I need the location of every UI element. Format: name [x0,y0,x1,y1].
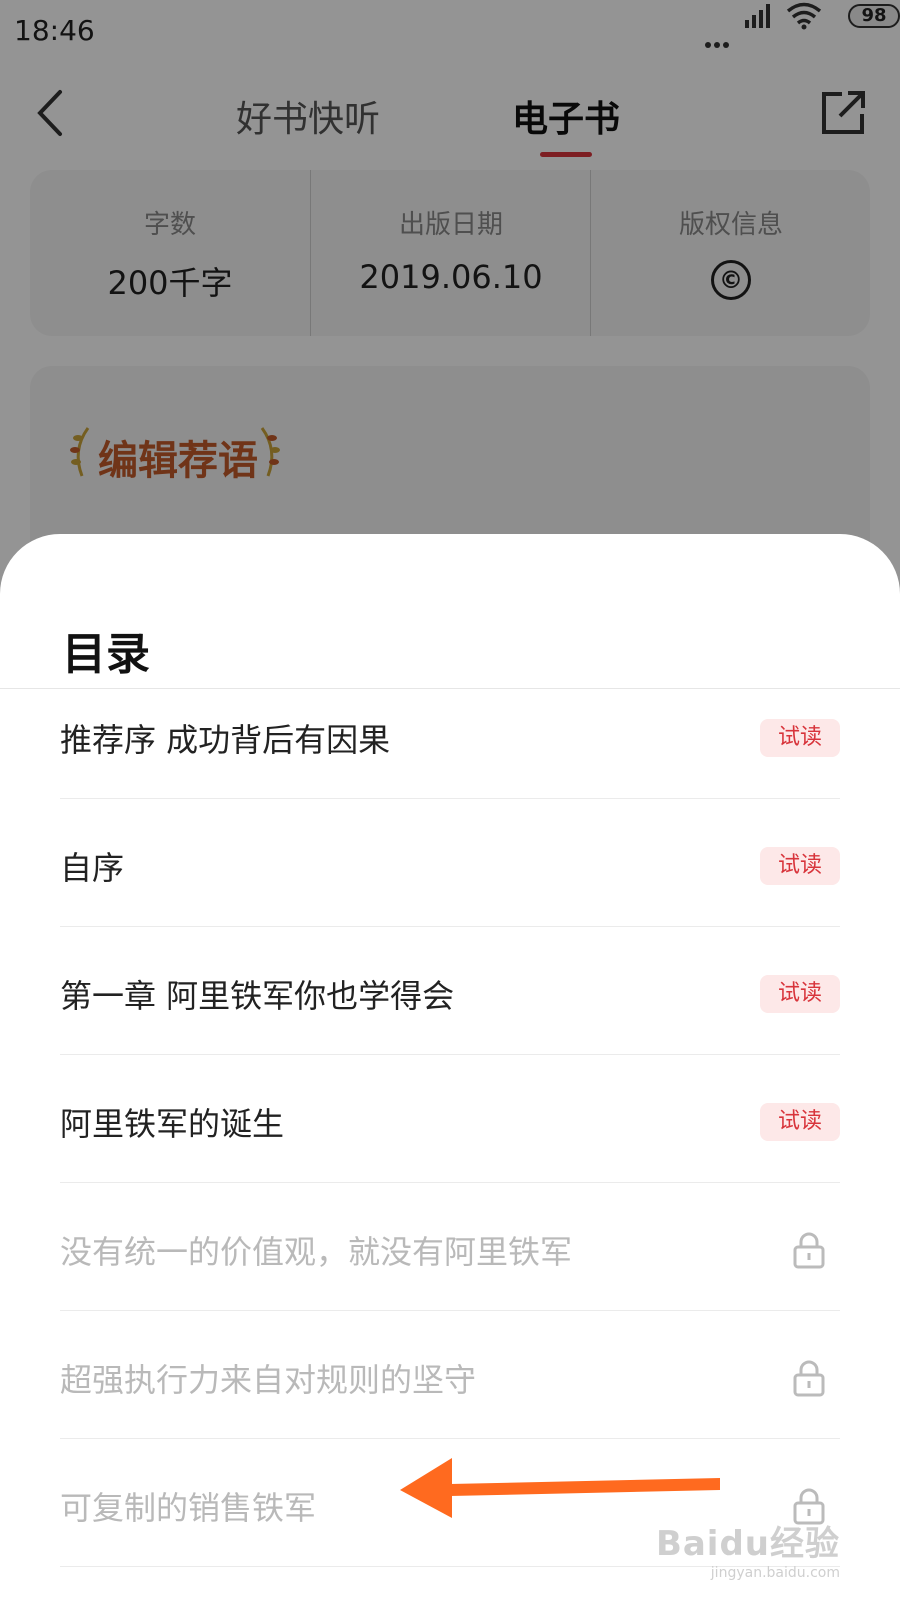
trial-badge: 试读 [760,975,840,1013]
trial-badge: 试读 [760,847,840,885]
toc-item[interactable]: 自序 试读 [60,797,840,927]
toc-item-title: 第一章 阿里铁军你也学得会 [60,977,455,1015]
toc-item-title: 可复制的销售铁军 [60,1489,317,1527]
toc-item[interactable]: 推荐序 成功背后有因果 试读 [60,689,840,799]
toc-item-locked[interactable]: 超强执行力来自对规则的坚守 [60,1309,840,1439]
lock-icon [793,1360,825,1397]
toc-item[interactable]: 阿里铁军的诞生 试读 [60,1053,840,1183]
watermark-sub: jingyan.baidu.com [710,1565,840,1581]
toc-item-title: 自序 [60,849,125,887]
lock-icon [793,1232,825,1269]
toc-item-title: 没有统一的价值观，就没有阿里铁军 [60,1233,573,1271]
watermark-main: Baidu经验 [655,1524,840,1564]
baidu-watermark: Baidu经验 jingyan.baidu.com [656,1516,840,1581]
toc-bottom-sheet: 目录 推荐序 成功背后有因果 试读 自序 试读 第一章 阿里铁军你也学得会 试读… [0,534,900,1600]
trial-badge: 试读 [760,719,840,757]
toc-item[interactable]: 第一章 阿里铁军你也学得会 试读 [60,925,840,1055]
trial-badge: 试读 [760,1103,840,1141]
toc-item-title: 推荐序 成功背后有因果 [60,721,391,759]
toc-title: 目录 [62,629,150,680]
toc-item-title: 阿里铁军的诞生 [60,1105,285,1143]
toc-item-locked[interactable]: 没有统一的价值观，就没有阿里铁军 [60,1181,840,1311]
toc-item-title: 超强执行力来自对规则的坚守 [60,1361,477,1399]
annotation-arrow-icon [400,1458,720,1518]
